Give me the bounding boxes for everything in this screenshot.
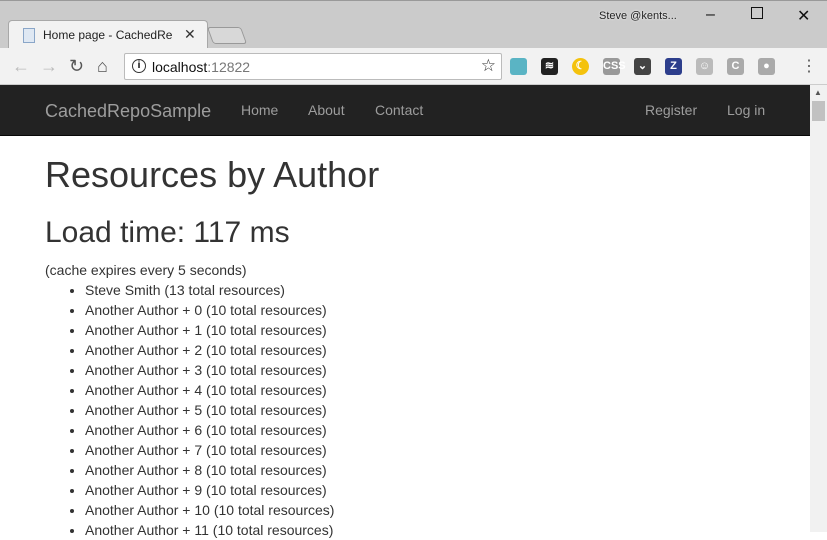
moon-icon[interactable]: ☾ [572,58,589,75]
forward-icon[interactable]: → [40,56,58,77]
title-bar: Home page - CachedRep ✕ Steve @kents... … [0,0,827,49]
brand-link[interactable]: CachedRepoSample [45,101,211,122]
author-item: Steve Smith (13 total resources) [85,280,379,300]
window-close-icon[interactable]: ✕ [797,6,810,26]
pocket-icon[interactable]: ⌄ [634,58,651,75]
face-icon[interactable]: ☺ [696,58,713,75]
nav-contact[interactable]: Contact [375,102,423,118]
new-tab-button[interactable] [206,27,248,44]
author-item: Another Author + 11 (10 total resources) [85,520,379,540]
minimize-icon[interactable]: – [706,6,715,24]
author-item: Another Author + 1 (10 total resources) [85,320,379,340]
url-host: localhost [152,59,208,75]
menu-icon[interactable]: ⋮ [801,56,817,76]
site-navbar: CachedRepoSample Home About Contact Regi… [0,85,810,136]
author-item: Another Author + 9 (10 total resources) [85,480,379,500]
nav-about[interactable]: About [308,102,345,118]
browser-tab[interactable]: Home page - CachedRep ✕ [8,20,208,49]
reload-icon[interactable]: ↻ [69,56,84,77]
tab-title: Home page - CachedRep [43,28,173,42]
nav-login[interactable]: Log in [727,102,765,118]
page-icon [23,28,35,43]
author-item: Another Author + 10 (10 total resources) [85,500,379,520]
maximize-icon[interactable] [751,7,763,19]
c-icon[interactable]: C [727,58,744,75]
scrollbar[interactable]: ▲ [810,85,827,532]
main-content: Resources by Author Load time: 117 ms (c… [45,136,379,540]
close-tab-icon[interactable]: ✕ [184,26,196,43]
author-item: Another Author + 0 (10 total resources) [85,300,379,320]
nav-home[interactable]: Home [241,102,278,118]
lock-icon[interactable]: ● [758,58,775,75]
bookmark-star-icon[interactable]: ☆ [481,56,496,76]
url-text: localhost:12822 [152,59,250,75]
back-icon[interactable]: ← [12,56,30,77]
author-item: Another Author + 6 (10 total resources) [85,420,379,440]
url-port: :12822 [207,59,251,75]
info-icon[interactable]: i [132,59,146,73]
nav-register[interactable]: Register [645,102,697,118]
home-icon[interactable]: ⌂ [97,56,108,77]
author-item: Another Author + 5 (10 total resources) [85,400,379,420]
scroll-up-icon[interactable]: ▲ [814,88,822,97]
octopus-icon[interactable] [510,58,527,75]
css-icon[interactable]: CSS [603,58,626,75]
author-list: Steve Smith (13 total resources)Another … [85,280,379,540]
author-item: Another Author + 7 (10 total resources) [85,440,379,460]
profile-name[interactable]: Steve @kents... [599,10,677,22]
load-time: Load time: 117 ms [45,216,290,249]
author-item: Another Author + 8 (10 total resources) [85,460,379,480]
buffer-icon[interactable]: ≋ [541,58,558,75]
address-bar[interactable]: i localhost:12822 ☆ [124,53,502,80]
author-item: Another Author + 2 (10 total resources) [85,340,379,360]
browser-toolbar: ← → ↻ ⌂ i localhost:12822 ☆ ≋ ☾ CSS ⌄ Z ☺ C ● ⋮ [0,48,827,85]
author-item: Another Author + 3 (10 total resources) [85,360,379,380]
author-item: Another Author + 4 (10 total resources) [85,380,379,400]
z-icon[interactable]: Z [665,58,682,75]
scroll-thumb[interactable] [812,101,825,121]
cache-note: (cache expires every 5 seconds) [45,262,247,278]
page-title: Resources by Author [45,154,380,195]
